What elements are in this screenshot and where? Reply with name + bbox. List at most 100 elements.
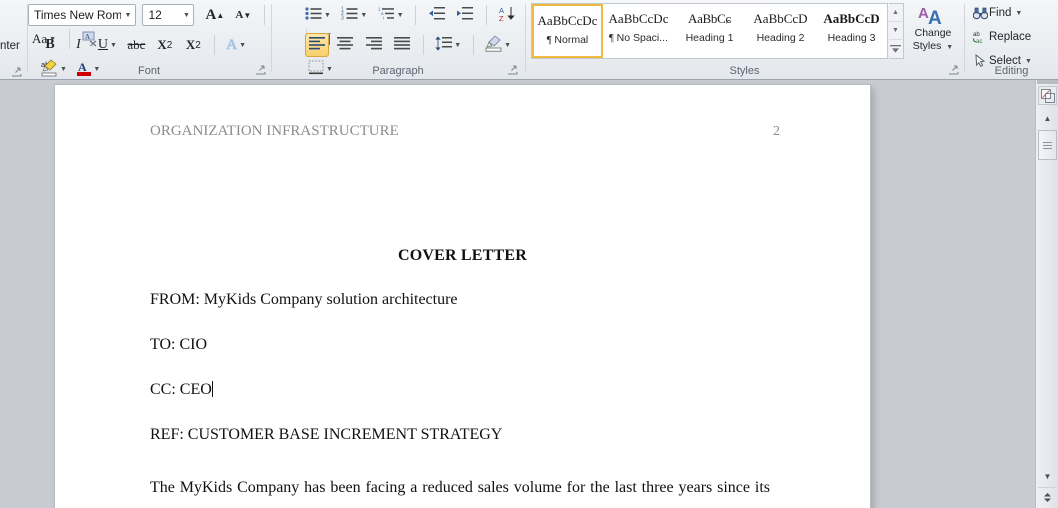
styles-more-button[interactable] <box>889 40 902 58</box>
align-left-button[interactable] <box>305 33 329 57</box>
svg-text:i: i <box>383 16 384 21</box>
styles-group-label: Styles <box>729 65 760 77</box>
sort-button[interactable]: A Z <box>495 3 519 27</box>
line-spacing-icon <box>435 36 453 54</box>
style-item-normal[interactable]: AaBbCcDc ¶ Normal <box>532 4 603 58</box>
replace-button[interactable]: ab ac Replace <box>971 27 1057 47</box>
document-title: COVER LETTER <box>397 247 528 264</box>
editing-group-label: Editing <box>994 65 1029 77</box>
styles-gallery: AaBbCcDc ¶ Normal AaBbCcDc ¶ No Spaci...… <box>531 3 888 59</box>
shading-icon <box>485 35 502 55</box>
line-spacing-button[interactable]: ▼ <box>432 33 464 57</box>
shading-button[interactable]: ▼ <box>482 33 514 57</box>
numbering-button[interactable]: 1 2 3 ▼ <box>338 3 370 27</box>
paragraph-group: ▼ 1 2 3 ▼ 1 a i ▼ A Z ▼ ▼ ▼ Paragraph <box>272 0 524 79</box>
styles-scroll-down-button[interactable]: ▼ <box>889 22 902 40</box>
style-item-heading-3[interactable]: AaBbCcD Heading 3 <box>816 4 887 58</box>
divider <box>213 35 215 55</box>
svg-text:ab: ab <box>973 32 980 38</box>
bold-button[interactable]: B <box>38 33 62 57</box>
editing-group: Find ▼ ab ac Replace Select ▼ Editing <box>965 0 1058 79</box>
find-label: Find <box>989 7 1012 19</box>
subscript-label: X <box>157 37 167 52</box>
multilevel-list-icon: 1 a i <box>378 6 395 24</box>
document-body[interactable]: FROM: MyKids Company solution architectu… <box>150 289 790 508</box>
select-browse-object-icon[interactable] <box>1038 86 1057 105</box>
chevron-down-icon: ▼ <box>182 11 190 19</box>
document-page[interactable]: ORGANIZATION INFRASTRUCTURE 2 COVER LETT… <box>55 85 870 508</box>
page-number: 2 <box>773 124 780 139</box>
text-cursor <box>211 381 213 397</box>
scroll-down-button[interactable]: ▼ <box>1038 468 1057 484</box>
sort-icon: A Z <box>498 6 516 25</box>
italic-button[interactable]: I <box>66 33 90 57</box>
align-right-icon <box>365 37 382 53</box>
next-page-button[interactable] <box>1038 487 1057 506</box>
change-styles-button[interactable]: A A Change Styles ▼ <box>907 3 959 59</box>
scrollbar-thumb[interactable] <box>1038 130 1057 160</box>
word-window: nter Times New Rom ▼ 12 ▼ A ▲ A ▼ Aa ▼ A… <box>0 0 1058 508</box>
style-preview: AaBbCcD <box>753 11 808 26</box>
scroll-up-button[interactable]: ▲ <box>1038 110 1057 126</box>
bold-label: B <box>45 37 55 52</box>
styles-dialog-launcher-icon[interactable] <box>948 65 959 76</box>
justify-button[interactable] <box>390 33 414 57</box>
line-ref: REF: CUSTOMER BASE INCREMENT STRATEGY <box>150 426 503 443</box>
chevron-down-icon: ▼ <box>1024 57 1032 65</box>
bullets-button[interactable]: ▼ <box>302 3 334 27</box>
styles-scroll-up-button[interactable]: ▲ <box>889 4 902 22</box>
svg-text:Z: Z <box>499 14 504 22</box>
style-preview: AaBbCcDc <box>608 11 669 26</box>
font-name-value: Times New Rom <box>34 8 121 22</box>
up-arrow-icon: ▲ <box>216 10 225 20</box>
style-item-heading-2[interactable]: AaBbCcD Heading 2 <box>745 4 816 58</box>
divider <box>415 5 417 25</box>
superscript-label: X <box>185 37 196 52</box>
subscript-button[interactable]: X2 <box>153 33 177 57</box>
svg-text:3: 3 <box>341 16 344 22</box>
shrink-font-button[interactable]: A ▼ <box>231 3 255 27</box>
chevron-down-icon: ▼ <box>946 43 954 51</box>
decrease-indent-button[interactable] <box>425 3 449 27</box>
style-item-heading-1[interactable]: AaBbCɕ Heading 1 <box>674 4 745 58</box>
superscript-button[interactable]: X2 <box>181 33 205 57</box>
find-button[interactable]: Find ▼ <box>971 3 1057 23</box>
superscript-index: 2 <box>195 39 201 51</box>
paragraph-group-label: Paragraph <box>372 65 424 77</box>
underline-button[interactable]: U ▼ <box>95 33 120 57</box>
chevron-down-icon: ▼ <box>396 11 404 19</box>
style-item-no-spacing[interactable]: AaBbCcDc ¶ No Spaci... <box>603 4 674 58</box>
header-title: ORGANIZATION INFRASTRUCTURE <box>150 123 399 139</box>
divider <box>422 35 424 55</box>
align-center-button[interactable] <box>333 33 357 57</box>
page-header: ORGANIZATION INFRASTRUCTURE 2 <box>150 123 780 140</box>
divider <box>472 35 474 55</box>
increase-indent-button[interactable] <box>453 3 477 27</box>
replace-label: Replace <box>989 31 1032 43</box>
paragraph-dialog-launcher-icon[interactable] <box>507 65 518 76</box>
thumb-grip <box>1043 141 1052 149</box>
grow-font-button[interactable]: A ▲ <box>203 3 227 27</box>
align-right-button[interactable] <box>362 33 386 57</box>
line-from: FROM: MyKids Company solution architectu… <box>150 291 458 308</box>
divider <box>263 5 265 25</box>
strikethrough-button[interactable]: abc <box>124 33 148 57</box>
line-to: TO: CIO <box>150 336 208 353</box>
font-dialog-launcher-icon[interactable] <box>255 65 266 76</box>
svg-text:A: A <box>928 8 942 27</box>
font-size-combo[interactable]: 12 ▼ <box>142 4 195 26</box>
change-styles-icon: A A <box>907 3 959 27</box>
align-center-icon <box>337 37 354 53</box>
font-name-combo[interactable]: Times New Rom ▼ <box>28 4 136 26</box>
chevron-down-icon: ▼ <box>504 41 512 49</box>
body-paragraph: The MyKids Company has been facing a red… <box>150 479 770 496</box>
vertical-scrollbar[interactable]: ▲ ▼ <box>1035 80 1058 508</box>
down-arrow-icon: ▼ <box>243 10 252 20</box>
dialog-launcher-icon[interactable] <box>11 65 22 77</box>
chevron-down-icon: ▼ <box>239 41 247 49</box>
multilevel-list-button[interactable]: 1 a i ▼ <box>375 3 407 27</box>
text-effects-button[interactable]: A ▼ <box>223 33 249 57</box>
chevron-down-icon: ▼ <box>110 41 117 49</box>
scrollbar-top-cap <box>1037 80 1058 84</box>
line-cc: CC: CEO <box>150 381 213 398</box>
